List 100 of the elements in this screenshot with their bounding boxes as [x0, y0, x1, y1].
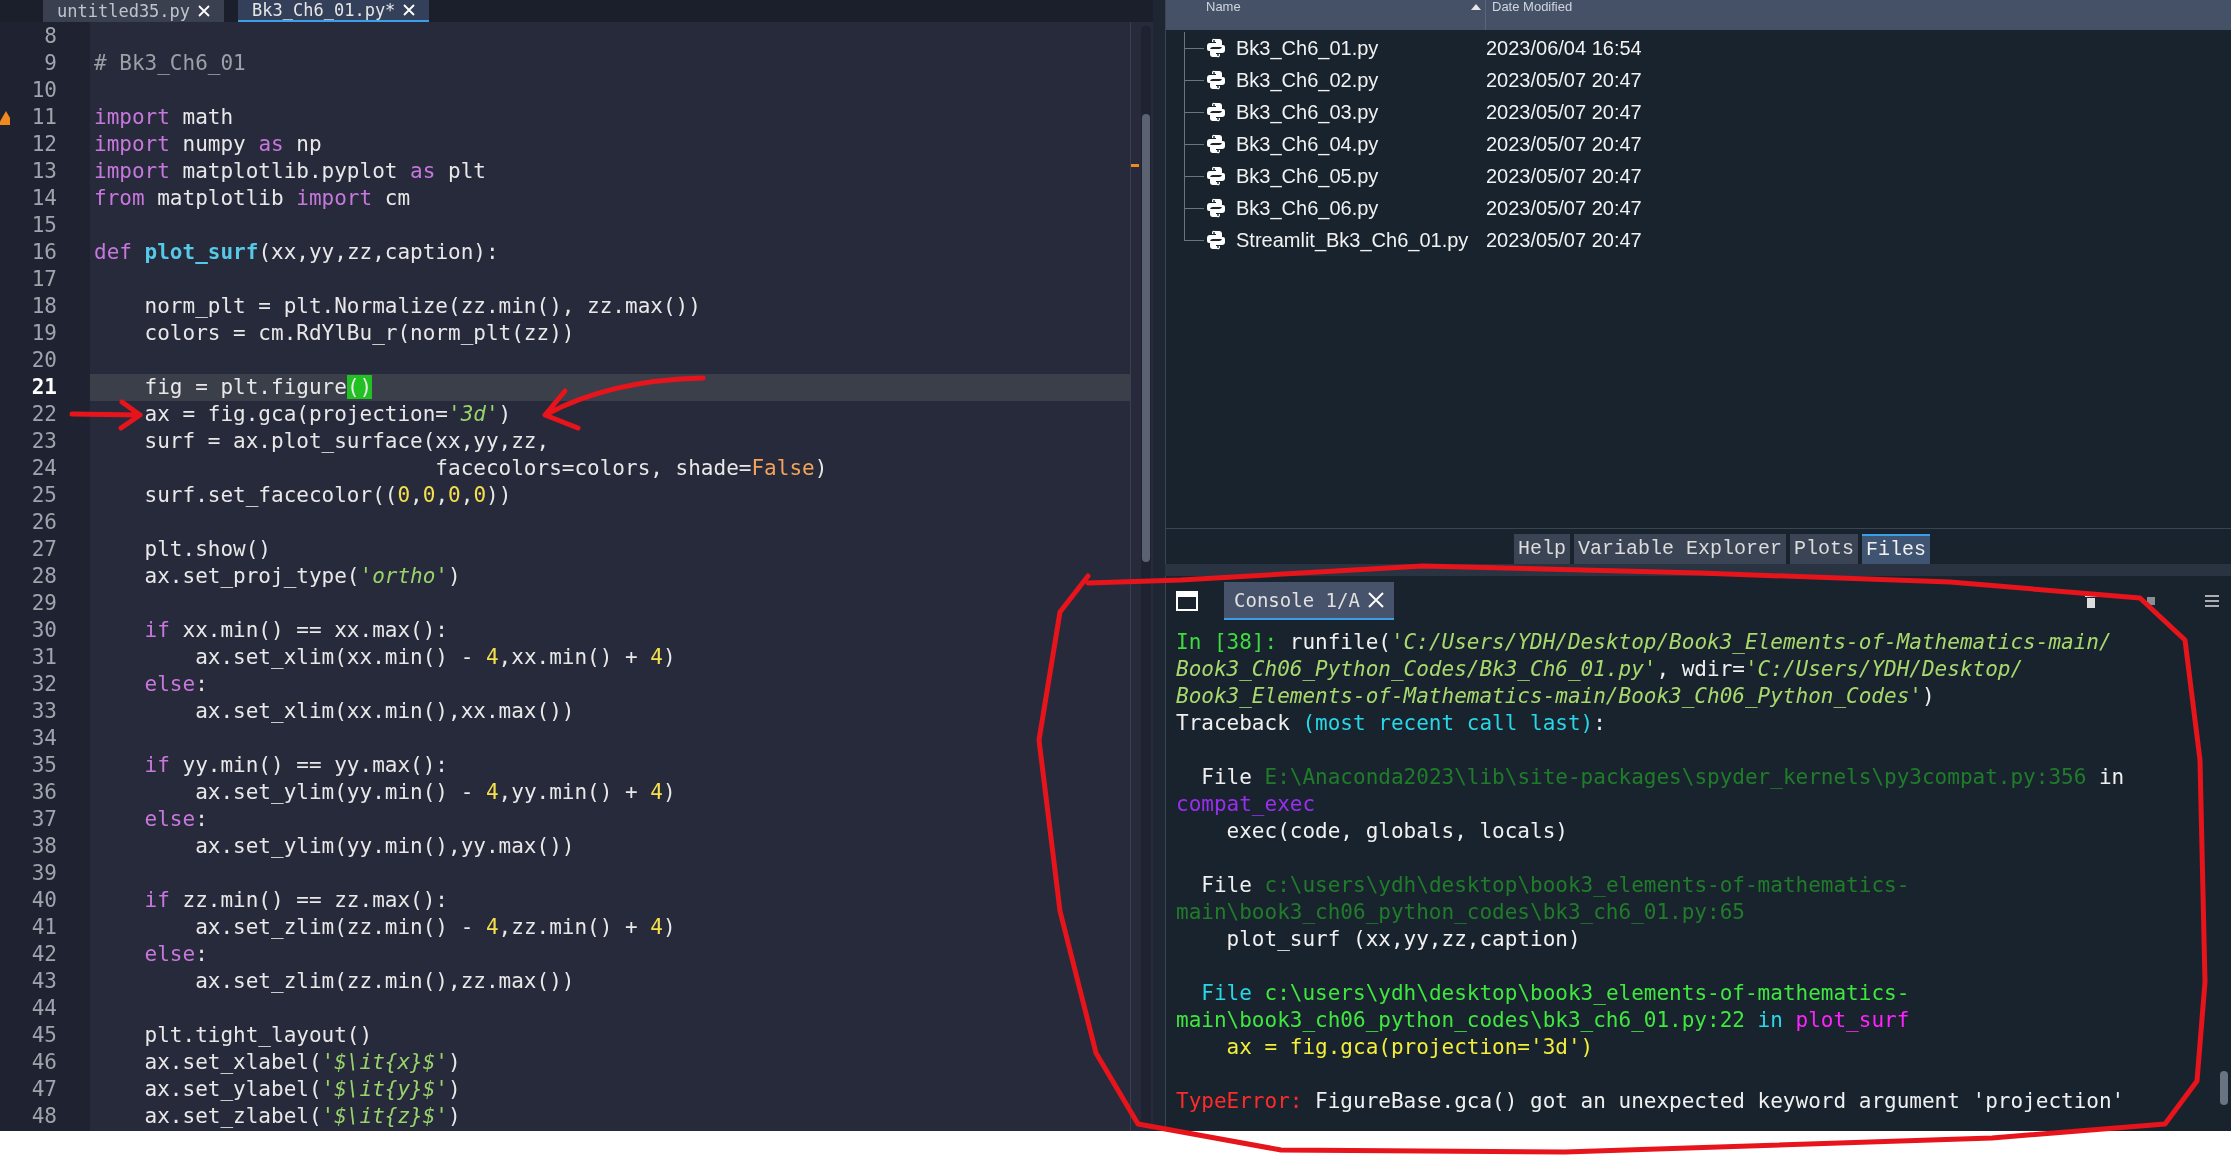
- code-line: # Bk3_Ch6_01: [94, 53, 246, 74]
- console-tab[interactable]: Console 1/A: [1224, 582, 1394, 620]
- code-line: else:: [143, 944, 208, 965]
- modified-date: 2023/05/07 20:47: [1486, 132, 1642, 157]
- code-line: import matplotlib.pyplot as plt: [94, 161, 486, 182]
- code-line: ax.set_zlim(zz.min(),zz.max()): [194, 971, 575, 992]
- line-number: 13: [30, 161, 57, 182]
- line-number: 18: [30, 296, 57, 317]
- code-line: ax = fig.gca(projection='3d'): [143, 404, 512, 425]
- file-name[interactable]: Bk3_Ch6_02.py: [1236, 65, 1486, 95]
- console-line: File c:\users\ydh\desktop\book3_elements-of-mathematics-: [1200, 875, 1910, 896]
- line-number: 22: [30, 404, 57, 425]
- line-number: 42: [30, 944, 57, 965]
- line-number: 16: [30, 242, 57, 263]
- line-number: 14: [30, 188, 57, 209]
- line-number: 21: [30, 377, 57, 398]
- file-name[interactable]: Bk3_Ch6_06.py: [1236, 193, 1486, 223]
- file-name[interactable]: Bk3_Ch6_05.py: [1236, 161, 1486, 191]
- line-number: 48: [30, 1106, 57, 1127]
- line-number: 8: [43, 26, 57, 47]
- line-number: 17: [30, 269, 57, 290]
- line-number: 35: [30, 755, 57, 776]
- column-header[interactable]: Date Modified: [1486, 0, 1573, 14]
- file-name[interactable]: Bk3_Ch6_04.py: [1236, 129, 1486, 159]
- line-number: 40: [30, 890, 57, 911]
- console-line: ax = fig.gca(projection='3d'): [1225, 1037, 1594, 1058]
- file-tab[interactable]: untitled35.py: [43, 0, 225, 22]
- line-number: 24: [30, 458, 57, 479]
- console-line: plot_surf (xx,yy,zz,caption): [1225, 929, 1581, 950]
- modified-date: 2023/05/07 20:47: [1486, 68, 1642, 93]
- code-line: colors = cm.RdYlBu_r(norm_plt(zz)): [143, 323, 575, 344]
- code-line: plt.tight_layout(): [143, 1025, 373, 1046]
- line-number: 34: [30, 728, 57, 749]
- line-number: 30: [30, 620, 57, 641]
- line-number: 43: [30, 971, 57, 992]
- line-number: 31: [30, 647, 57, 668]
- column-header[interactable]: Name: [1166, 0, 1486, 30]
- code-line: if xx.min() == xx.max():: [143, 620, 448, 641]
- line-number: 39: [30, 863, 57, 884]
- console-line: compat_exec: [1176, 794, 1316, 815]
- pane-tab[interactable]: Variable Explorer: [1574, 534, 1787, 564]
- console-line: In [38]: runfile('C:/Users/YDH/Desktop/Book3_Elements-of-Mathematics-main/: [1176, 632, 2112, 653]
- code-line: ax.set_ylim(yy.min() - 4,yy.min() + 4): [194, 782, 676, 803]
- code-line: norm_plt = plt.Normalize(zz.min(), zz.max()): [143, 296, 701, 317]
- modified-date: 2023/05/07 20:47: [1486, 228, 1642, 253]
- console-line: Book3_Elements-of-Mathematics-main/Book3_Ch06_Python_Codes'): [1176, 686, 1935, 707]
- file-name[interactable]: Bk3_Ch6_01.py: [1236, 33, 1486, 63]
- line-number: 33: [30, 701, 57, 722]
- line-number: 25: [30, 485, 57, 506]
- line-number: 38: [30, 836, 57, 857]
- console-line: exec(code, globals, locals): [1225, 821, 1568, 842]
- line-number: 12: [30, 134, 57, 155]
- console-line: Book3_Ch06_Python_Codes/Bk3_Ch6_01.py', wdir='C:/Users/YDH/Desktop/: [1176, 659, 2024, 680]
- code-line: surf.set_facecolor((0,0,0,0)): [143, 485, 512, 506]
- modified-date: 2023/05/07 20:47: [1486, 196, 1642, 221]
- console-line: File c:\users\ydh\desktop\book3_elements-of-mathematics-: [1200, 983, 1910, 1004]
- code-line: from matplotlib import cm: [94, 188, 411, 209]
- console-line: File E:\Anaconda2023\lib\site-packages\spyder_kernels\py3compat.py:356 in: [1200, 767, 2125, 788]
- code-line: import numpy as np: [94, 134, 322, 155]
- line-number: 47: [30, 1079, 57, 1100]
- line-number: 9: [43, 53, 57, 74]
- line-number: 28: [30, 566, 57, 587]
- code-line: ax.set_xlim(xx.min(),xx.max()): [194, 701, 575, 722]
- line-number: 19: [30, 323, 57, 344]
- code-line: plt.show(): [143, 539, 271, 560]
- file-tab[interactable]: Bk3_Ch6_01.py*: [238, 0, 430, 22]
- line-number: 29: [30, 593, 57, 614]
- code-line: ax.set_zlabel('$\it{z}$'): [143, 1106, 461, 1127]
- modified-date: 2023/05/07 20:47: [1486, 164, 1642, 189]
- code-line: import math: [94, 107, 234, 128]
- line-number: 26: [30, 512, 57, 533]
- console-line: main\book3_ch06_python_codes\bk3_ch6_01.py:65: [1176, 902, 1745, 923]
- code-line: surf = ax.plot_surface(xx,yy,zz,: [143, 431, 550, 452]
- code-line: else:: [143, 674, 208, 695]
- modified-date: 2023/06/04 16:54: [1486, 36, 1642, 61]
- console-line: TypeError: FigureBase.gca() got an unexpected keyword argument 'projection': [1176, 1091, 2125, 1112]
- code-line: ax.set_proj_type('ortho'): [143, 566, 461, 587]
- code-line: ax.set_xlabel('$\it{x}$'): [143, 1052, 461, 1073]
- line-number: 41: [30, 917, 57, 938]
- pane-tab[interactable]: Help: [1514, 534, 1570, 564]
- code-line: def plot_surf(xx,yy,zz,caption):: [94, 242, 499, 263]
- line-number: 11: [30, 107, 57, 128]
- file-name[interactable]: Bk3_Ch6_03.py: [1236, 97, 1486, 127]
- pane-tab[interactable]: Plots: [1790, 534, 1859, 564]
- code-line: ax.set_ylim(yy.min(),yy.max()): [194, 836, 575, 857]
- line-number: 44: [30, 998, 57, 1019]
- pane-tab[interactable]: Files: [1862, 534, 1931, 564]
- line-number: 23: [30, 431, 57, 452]
- line-number: 20: [30, 350, 57, 371]
- code-line: ax.set_zlim(zz.min() - 4,zz.min() + 4): [194, 917, 676, 938]
- console-line: Traceback (most recent call last):: [1176, 713, 1606, 734]
- file-name[interactable]: Streamlit_Bk3_Ch6_01.py: [1236, 225, 1486, 255]
- code-line: ax.set_ylabel('$\it{y}$'): [143, 1079, 461, 1100]
- line-number: 36: [30, 782, 57, 803]
- code-line: fig = plt.figure(): [143, 377, 373, 398]
- code-line: if zz.min() == zz.max():: [143, 890, 448, 911]
- line-number: 45: [30, 1025, 57, 1046]
- line-number: 10: [30, 80, 57, 101]
- line-number: 27: [30, 539, 57, 560]
- line-number: 37: [30, 809, 57, 830]
